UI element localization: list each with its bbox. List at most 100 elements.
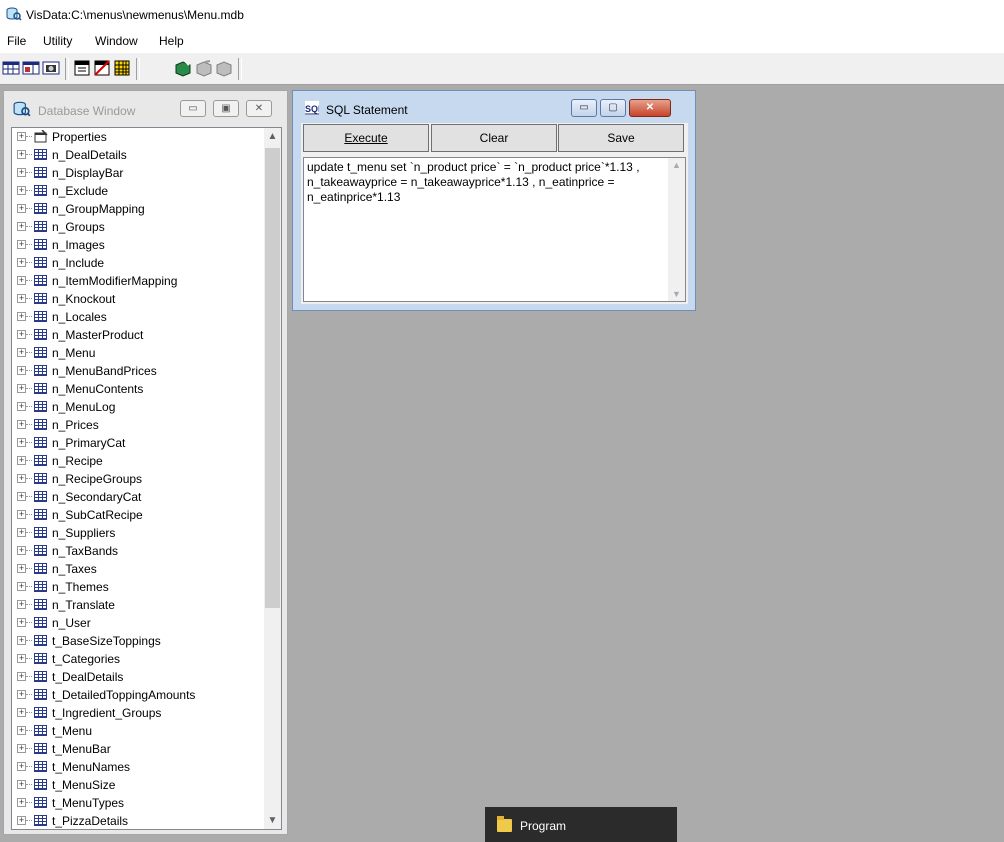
expand-icon[interactable]: +	[17, 726, 26, 735]
menu-help[interactable]: Help	[159, 34, 184, 48]
tree-item[interactable]: + Properties	[12, 128, 262, 146]
tree-item[interactable]: + t_PizzaDetails	[12, 812, 262, 829]
tree-item[interactable]: + t_MenuTypes	[12, 794, 262, 812]
scroll-down-icon[interactable]: ▼	[264, 812, 281, 829]
expand-icon[interactable]: +	[17, 312, 26, 321]
tree-item[interactable]: + n_MenuLog	[12, 398, 262, 416]
tree-item[interactable]: + n_Groups	[12, 218, 262, 236]
clear-button[interactable]: Clear	[431, 124, 557, 152]
sql-statement-textarea[interactable]: update t_menu set `n_product price` = `n…	[303, 157, 686, 302]
tree-item[interactable]: + n_MenuContents	[12, 380, 262, 398]
scrollbar-thumb[interactable]	[265, 148, 280, 608]
expand-icon[interactable]: +	[17, 204, 26, 213]
tree-item[interactable]: + n_DisplayBar	[12, 164, 262, 182]
expand-icon[interactable]: +	[17, 240, 26, 249]
dynaset-type-icon[interactable]	[22, 59, 40, 77]
tree-item[interactable]: + n_GroupMapping	[12, 200, 262, 218]
expand-icon[interactable]: +	[17, 780, 26, 789]
expand-icon[interactable]: +	[17, 744, 26, 753]
scroll-up-icon[interactable]: ▲	[264, 128, 281, 145]
tree-item[interactable]: + t_Menu	[12, 722, 262, 740]
scroll-up-icon[interactable]: ▲	[668, 160, 685, 170]
dbgrid-icon[interactable]	[113, 59, 131, 77]
expand-icon[interactable]: +	[17, 816, 26, 825]
no-data-control-icon[interactable]	[93, 59, 111, 77]
expand-icon[interactable]: +	[17, 546, 26, 555]
expand-icon[interactable]: +	[17, 708, 26, 717]
sql-close-button[interactable]: ✕	[629, 99, 671, 117]
tree-item[interactable]: + t_BaseSizeToppings	[12, 632, 262, 650]
expand-icon[interactable]: +	[17, 132, 26, 141]
expand-icon[interactable]: +	[17, 636, 26, 645]
tree-item[interactable]: + n_MenuBandPrices	[12, 362, 262, 380]
close-button[interactable]: ✕	[246, 100, 272, 117]
menu-file[interactable]: File	[7, 34, 26, 48]
expand-icon[interactable]: +	[17, 384, 26, 393]
expand-icon[interactable]: +	[17, 690, 26, 699]
tree-item[interactable]: + n_ItemModifierMapping	[12, 272, 262, 290]
tree-item[interactable]: + n_SecondaryCat	[12, 488, 262, 506]
save-button[interactable]: Save	[558, 124, 684, 152]
tree-item[interactable]: + n_MasterProduct	[12, 326, 262, 344]
database-tree-view[interactable]: + t_PizzaDetails + t_MenuTypes + t_MenuSize + t…	[11, 127, 282, 830]
tree-item[interactable]: + n_PrimaryCat	[12, 434, 262, 452]
tree-item[interactable]: + n_Exclude	[12, 182, 262, 200]
expand-icon[interactable]: +	[17, 618, 26, 627]
expand-icon[interactable]: +	[17, 762, 26, 771]
expand-icon[interactable]: +	[17, 510, 26, 519]
expand-icon[interactable]: +	[17, 186, 26, 195]
expand-icon[interactable]: +	[17, 276, 26, 285]
scroll-down-icon[interactable]: ▼	[668, 289, 685, 299]
expand-icon[interactable]: +	[17, 456, 26, 465]
tree-item[interactable]: + n_Images	[12, 236, 262, 254]
tree-item[interactable]: + t_MenuNames	[12, 758, 262, 776]
tree-vertical-scrollbar[interactable]: ▲ ▼	[264, 128, 281, 829]
snapshot-type-icon[interactable]	[42, 59, 60, 77]
commit-icon[interactable]	[195, 59, 213, 77]
expand-icon[interactable]: +	[17, 564, 26, 573]
tree-item[interactable]: + n_SubCatRecipe	[12, 506, 262, 524]
sql-maximize-button[interactable]: ▢	[600, 99, 626, 117]
tree-item[interactable]: + n_Menu	[12, 344, 262, 362]
tree-item[interactable]: + n_TaxBands	[12, 542, 262, 560]
tree-item[interactable]: + n_Prices	[12, 416, 262, 434]
tree-item[interactable]: + n_RecipeGroups	[12, 470, 262, 488]
expand-icon[interactable]: +	[17, 672, 26, 681]
tree-item[interactable]: + t_MenuBar	[12, 740, 262, 758]
tree-item[interactable]: + n_Locales	[12, 308, 262, 326]
taskbar-program-item[interactable]: Program	[485, 807, 677, 842]
begin-transaction-icon[interactable]	[174, 59, 192, 77]
data-control-icon[interactable]	[73, 59, 91, 77]
expand-icon[interactable]: +	[17, 492, 26, 501]
tree-item[interactable]: + t_DealDetails	[12, 668, 262, 686]
tree-item[interactable]: + t_MenuSize	[12, 776, 262, 794]
sql-minimize-button[interactable]: ▭	[571, 99, 597, 117]
expand-icon[interactable]: +	[17, 798, 26, 807]
tree-item[interactable]: + n_User	[12, 614, 262, 632]
tree-item[interactable]: + n_Include	[12, 254, 262, 272]
expand-icon[interactable]: +	[17, 168, 26, 177]
expand-icon[interactable]: +	[17, 600, 26, 609]
expand-icon[interactable]: +	[17, 654, 26, 663]
expand-icon[interactable]: +	[17, 348, 26, 357]
table-type-icon[interactable]	[2, 59, 20, 77]
maximize-button[interactable]: ▣	[213, 100, 239, 117]
tree-item[interactable]: + t_DetailedToppingAmounts	[12, 686, 262, 704]
menu-window[interactable]: Window	[95, 34, 138, 48]
expand-icon[interactable]: +	[17, 294, 26, 303]
tree-item[interactable]: + t_Categories	[12, 650, 262, 668]
expand-icon[interactable]: +	[17, 438, 26, 447]
sql-vertical-scrollbar[interactable]: ▲ ▼	[668, 158, 685, 301]
menu-utility[interactable]: Utility	[43, 34, 72, 48]
tree-item[interactable]: + n_Knockout	[12, 290, 262, 308]
database-window-title-bar[interactable]: Database Window ▭ ▣ ✕	[4, 91, 287, 127]
tree-item[interactable]: + n_Translate	[12, 596, 262, 614]
expand-icon[interactable]: +	[17, 366, 26, 375]
expand-icon[interactable]: +	[17, 222, 26, 231]
expand-icon[interactable]: +	[17, 420, 26, 429]
tree-item[interactable]: + n_Suppliers	[12, 524, 262, 542]
minimize-button[interactable]: ▭	[180, 100, 206, 117]
expand-icon[interactable]: +	[17, 150, 26, 159]
tree-item[interactable]: + n_Themes	[12, 578, 262, 596]
execute-button[interactable]: Execute	[303, 124, 429, 152]
